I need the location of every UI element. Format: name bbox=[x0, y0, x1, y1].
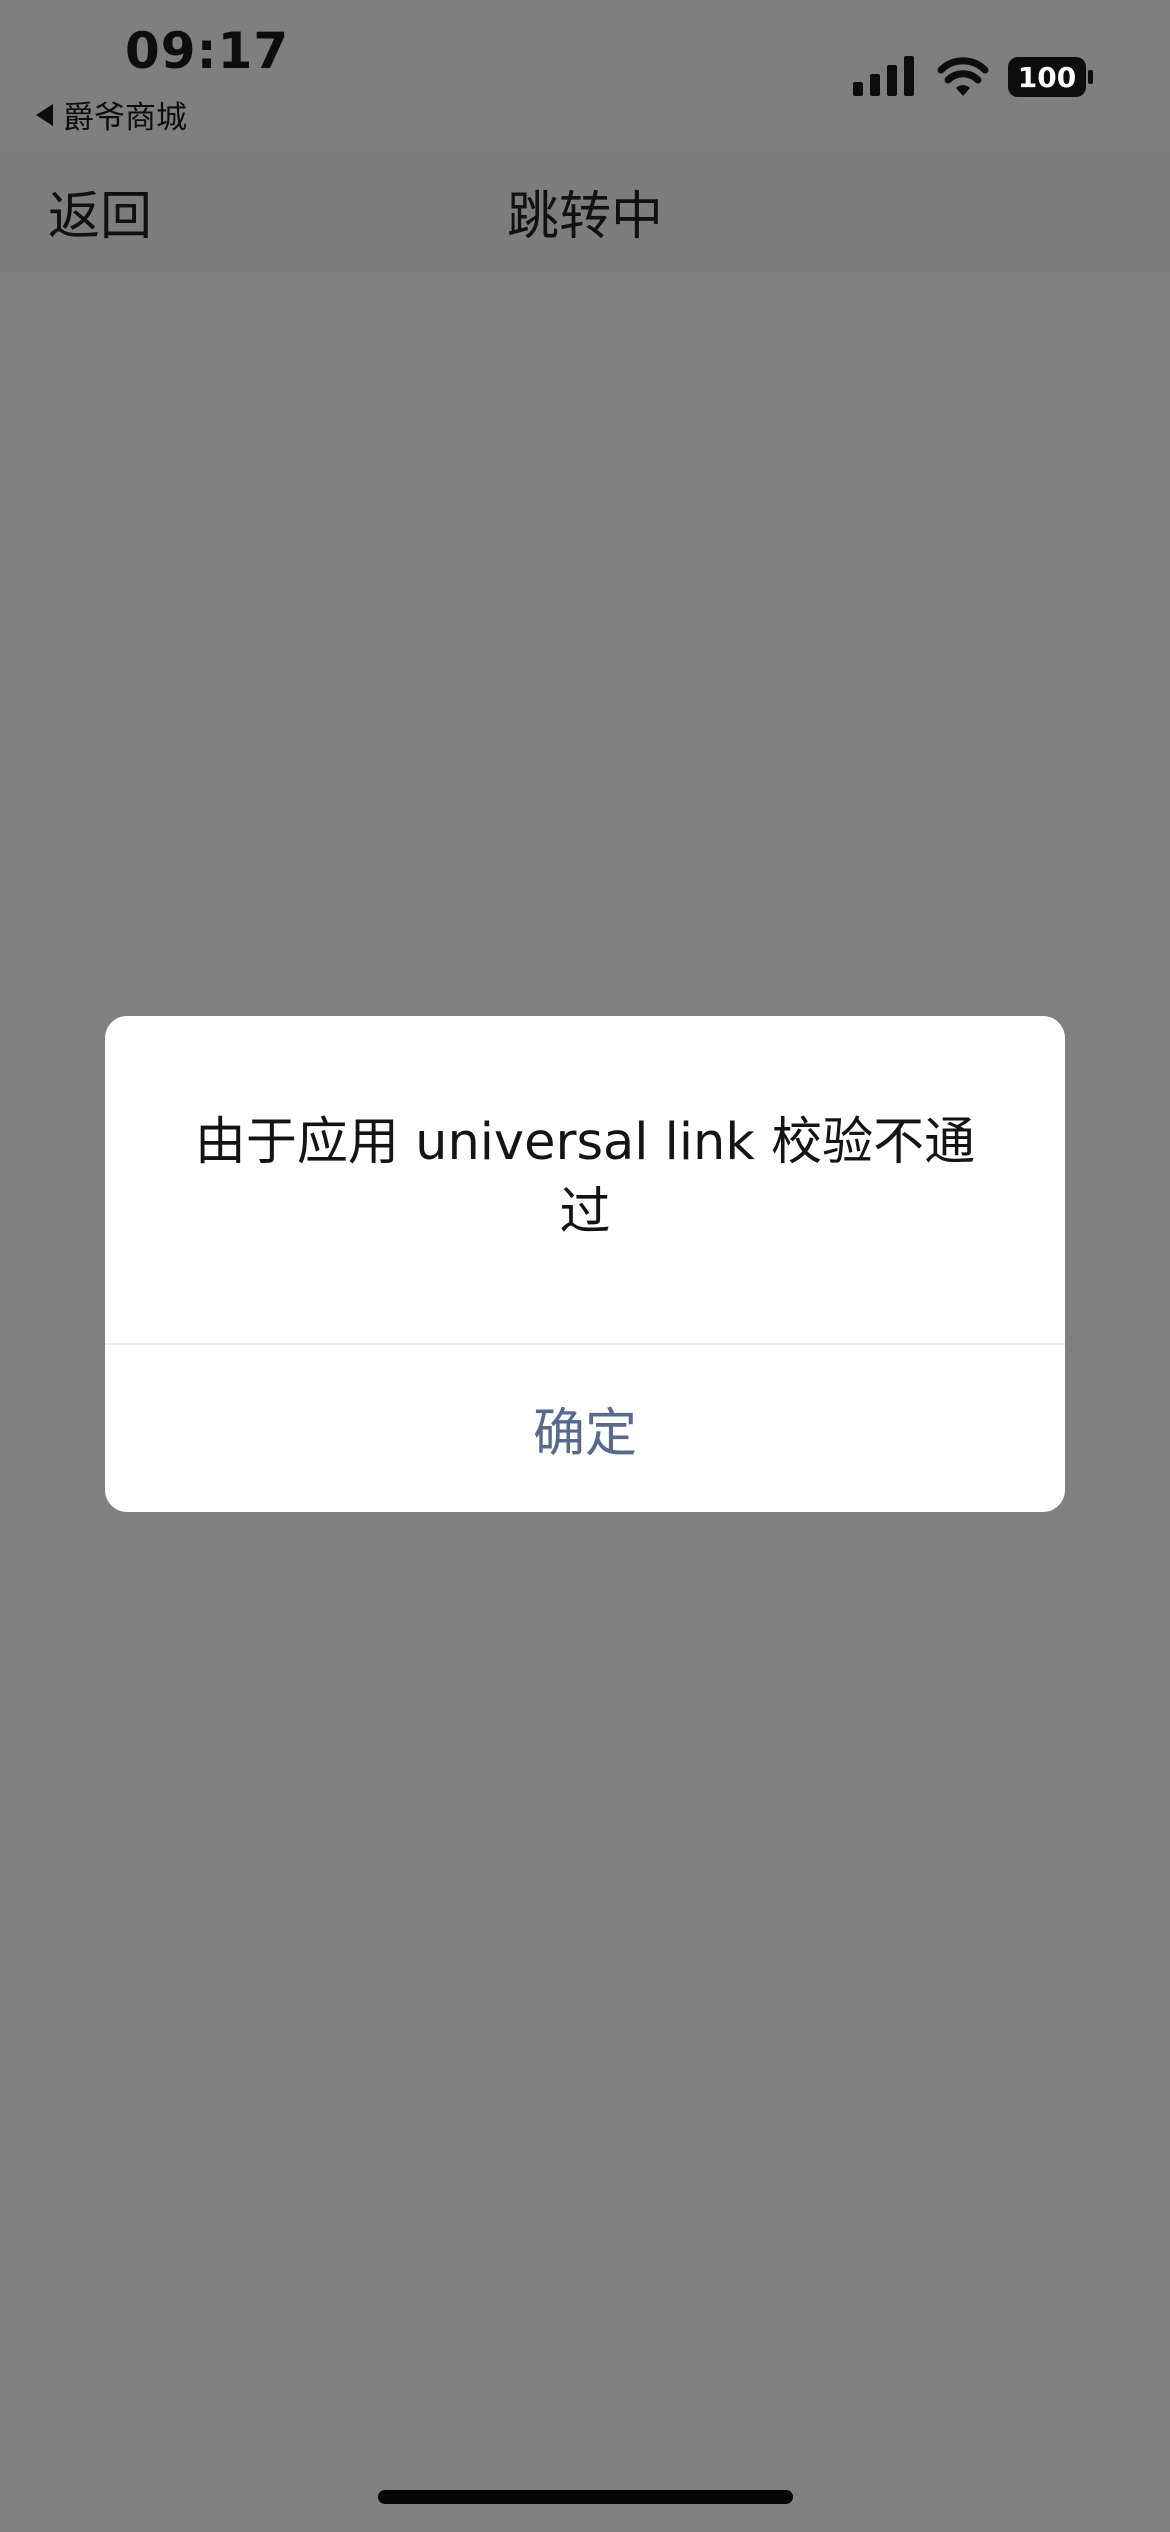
battery-level: 100 bbox=[1018, 61, 1076, 94]
nav-bar: 返回 跳转中 bbox=[0, 150, 1170, 272]
back-arrow-icon bbox=[36, 103, 53, 126]
back-to-app-button[interactable]: 爵爷商城 bbox=[36, 92, 187, 137]
dialog-message: 由于应用 universal link 校验不通过 bbox=[194, 1113, 976, 1242]
status-bar: 09:17 爵爷商城 100 bbox=[0, 0, 1170, 150]
wifi-icon bbox=[937, 57, 989, 96]
battery-icon: 100 bbox=[1008, 57, 1093, 97]
status-time: 09:17 bbox=[125, 22, 290, 80]
page-title: 跳转中 bbox=[506, 187, 663, 247]
confirm-button[interactable]: 确定 bbox=[105, 1345, 1065, 1512]
alert-dialog: 由于应用 universal link 校验不通过 确定 bbox=[105, 1016, 1065, 1512]
signal-icon bbox=[853, 56, 914, 96]
back-app-label: 爵爷商城 bbox=[63, 100, 187, 136]
home-indicator[interactable] bbox=[378, 2490, 793, 2504]
